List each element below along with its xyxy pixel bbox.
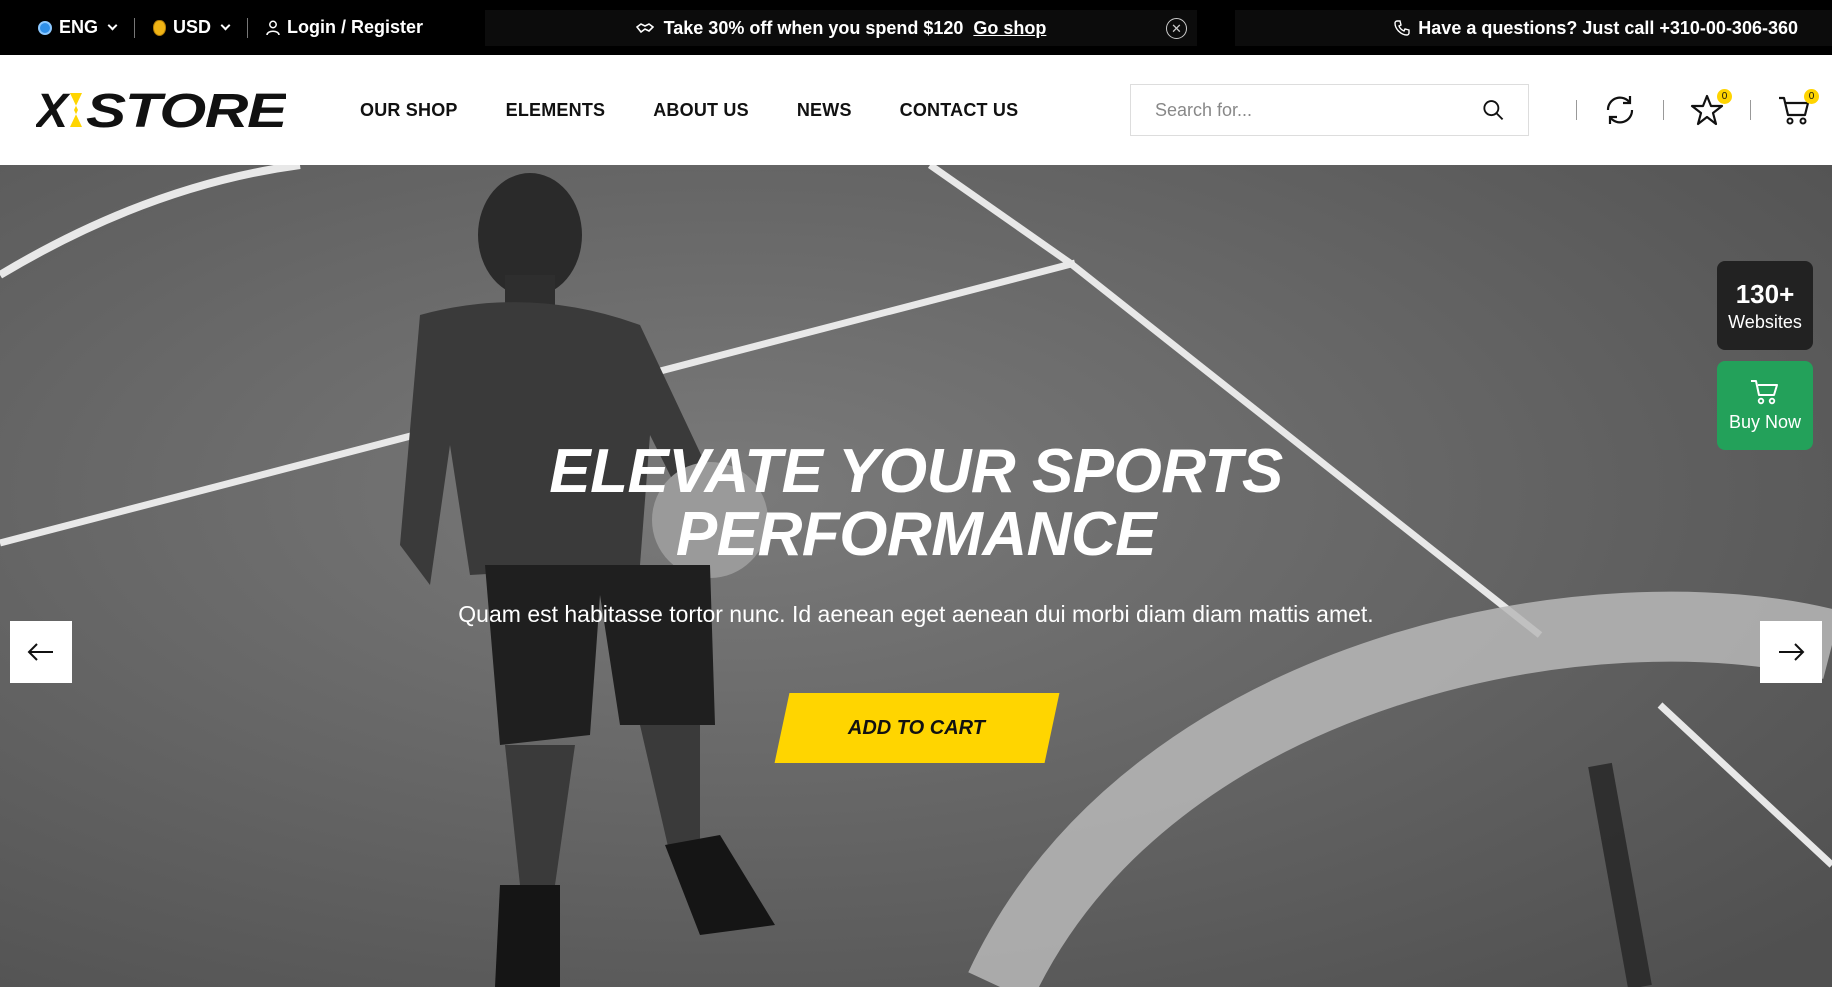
slider-prev-button[interactable] (10, 621, 72, 683)
add-to-cart-button[interactable]: ADD TO CART (774, 693, 1060, 763)
divider (247, 17, 249, 38)
user-icon (266, 20, 280, 35)
header-icons: 0 0 (1552, 55, 1819, 165)
svg-text:X: X (36, 85, 71, 135)
promo-link[interactable]: Go shop (973, 18, 1046, 39)
language-label: ENG (59, 17, 99, 37)
search-icon[interactable] (1482, 98, 1504, 122)
cart-button[interactable]: 0 (1775, 89, 1819, 129)
hero-background-image (0, 165, 1832, 987)
nav-about-us[interactable]: ABOUT US (653, 100, 749, 121)
refresh-icon (1606, 96, 1634, 124)
add-to-cart-label: ADD TO CART (848, 716, 986, 739)
divider (134, 17, 136, 38)
phone-icon (1394, 20, 1410, 36)
hero-subtitle: Quam est habitasse tortor nunc. Id aenea… (458, 601, 1374, 627)
arrow-left-icon (27, 643, 53, 661)
divider (1663, 100, 1664, 120)
hero-title-line1: ELEVATE YOUR SPORTS (549, 437, 1283, 506)
hero-title: ELEVATE YOUR SPORTS PERFORMANCE (0, 440, 1832, 566)
main-header: X STORE OUR SHOP ELEMENTS ABOUT US NEWS … (0, 55, 1832, 165)
hero-title-line2: PERFORMANCE (675, 500, 1157, 569)
compare-button[interactable] (1601, 91, 1639, 129)
websites-count: 130+ (1735, 278, 1795, 309)
handshake-icon (635, 23, 654, 34)
promo-text: Take 30% off when you spend $120 (663, 17, 964, 38)
search-box (1130, 84, 1529, 136)
hero-slider: ELEVATE YOUR SPORTS PERFORMANCE Quam est… (0, 165, 1832, 987)
phone-text: Have a questions? Just call +310-00-306-… (1418, 17, 1798, 38)
divider (1750, 100, 1751, 120)
search-input[interactable] (1155, 99, 1482, 121)
websites-badge[interactable]: 130+ Websites (1717, 261, 1813, 350)
chevron-down-icon (107, 20, 118, 30)
buy-now-label: Buy Now (1728, 412, 1802, 432)
logo[interactable]: X STORE (36, 85, 286, 135)
logo-mark: X STORE (36, 85, 286, 135)
slider-next-button[interactable] (1760, 621, 1822, 683)
divider (1576, 100, 1577, 120)
chevron-down-icon (220, 20, 231, 30)
top-bar: ENG USD Login / Register Take 30% off wh… (0, 0, 1832, 55)
svg-text:STORE: STORE (86, 85, 286, 135)
close-icon[interactable]: ✕ (1166, 18, 1187, 39)
cart-count-badge: 0 (1804, 89, 1819, 104)
login-label: Login / Register (287, 17, 424, 37)
login-register-link[interactable]: Login / Register (266, 17, 423, 38)
nav-elements[interactable]: ELEMENTS (506, 100, 606, 121)
language-selector[interactable]: ENG (38, 17, 118, 38)
money-bag-icon (153, 19, 167, 36)
currency-label: USD (173, 17, 212, 37)
promo-banner: Take 30% off when you spend $120 Go shop… (485, 10, 1197, 46)
top-bar-left: ENG USD Login / Register (38, 0, 423, 55)
buy-now-button[interactable]: Buy Now (1717, 361, 1813, 450)
nav-news[interactable]: NEWS (797, 100, 852, 121)
currency-selector[interactable]: USD (153, 17, 231, 38)
websites-label: Websites (1728, 311, 1802, 332)
arrow-right-icon (1779, 643, 1805, 661)
nav-our-shop[interactable]: OUR SHOP (360, 100, 458, 121)
wishlist-button[interactable]: 0 (1688, 89, 1732, 129)
wishlist-count-badge: 0 (1717, 89, 1732, 104)
globe-icon (38, 20, 52, 35)
nav-contact-us[interactable]: CONTACT US (900, 100, 1019, 121)
contact-banner: Have a questions? Just call +310-00-306-… (1235, 10, 1832, 46)
cart-icon (1751, 380, 1778, 405)
main-nav: OUR SHOP ELEMENTS ABOUT US NEWS CONTACT … (360, 55, 1018, 165)
